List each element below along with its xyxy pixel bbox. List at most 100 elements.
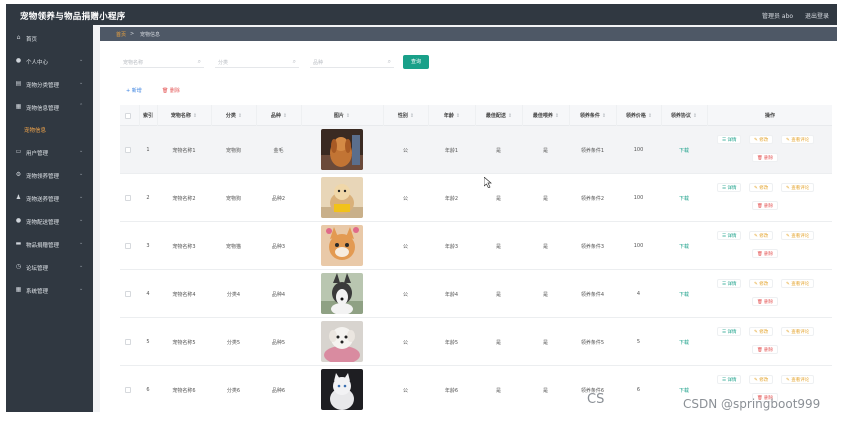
agreement-download-link[interactable]: 下载 <box>661 243 707 250</box>
cell-age: 年龄2 <box>444 196 459 202</box>
col-breed[interactable]: 品种 ⇕ <box>257 112 301 119</box>
add-button[interactable]: + 新增 <box>126 87 142 94</box>
table-row[interactable]: 1 宠物名称1 宠物狗 金毛 公 年龄1 是 是 领养条件1 100 下载 ☰ … <box>120 126 832 174</box>
agreement-download-link[interactable]: 下载 <box>661 291 707 298</box>
sidebar-item-users[interactable]: ▭ 用户管理 ⌄ <box>6 145 93 159</box>
search-placeholder: 宠物名称 <box>123 60 144 66</box>
pet-info-icon: ▦ <box>15 103 22 110</box>
col-gender[interactable]: 性别 ⇕ <box>384 112 428 119</box>
cell-best-feeding: 是 <box>542 388 548 394</box>
view-comments-button[interactable]: ✎ 查看评论 <box>781 279 815 288</box>
delete-button[interactable]: 🗑 删除 <box>752 297 779 306</box>
table-row[interactable]: 2 宠物名称2 宠物狗 品种2 公 年龄2 是 是 领养条件2 100 下载 ☰… <box>120 174 832 222</box>
give-icon: ♟ <box>15 194 22 201</box>
delete-button[interactable]: 🗑 删除 <box>752 345 779 354</box>
sidebar-item-category[interactable]: ▤ 宠物分类管理 ⌄ <box>6 77 93 91</box>
delete-button[interactable]: 🗑 删除 <box>752 201 779 210</box>
edit-button[interactable]: ✎ 修改 <box>749 183 774 192</box>
row-checkbox[interactable] <box>125 243 131 249</box>
col-category[interactable]: 分类 ⇕ <box>212 112 256 119</box>
cell-gender: 公 <box>402 340 408 346</box>
logout-link[interactable]: 退出登录 <box>805 13 829 20</box>
sidebar-item-pet-info-manage[interactable]: ▦ 宠物信息管理 ⌃ <box>6 100 93 114</box>
table-row[interactable]: 3 宠物名称3 宠物猫 品种3 公 年龄3 是 是 领养条件3 100 下载 ☰… <box>120 222 832 270</box>
sidebar-item-delivery[interactable]: ● 宠物配送管理 ⌄ <box>6 214 93 228</box>
col-agreement[interactable]: 领养协议 ⇕ <box>662 112 706 119</box>
col-best-feeding[interactable]: 最佳喂养 ⇕ <box>523 112 569 119</box>
detail-button[interactable]: ☰ 详情 <box>717 279 742 288</box>
view-comments-button[interactable]: ✎ 查看评论 <box>781 231 815 240</box>
app-window: 宠物领养与物品捐赠小程序 管理员 abo 退出登录 ⌂ 首页 ● 个人中心 ⌄ … <box>6 4 837 412</box>
sidebar-item-personal[interactable]: ● 个人中心 ⌄ <box>6 54 93 68</box>
row-checkbox[interactable] <box>125 291 131 297</box>
view-comments-button[interactable]: ✎ 查看评论 <box>781 327 815 336</box>
cell-age: 年龄1 <box>444 148 459 154</box>
cell-breed: 品种3 <box>271 244 286 250</box>
cell-price: 5 <box>636 339 641 345</box>
pet-image <box>321 273 363 314</box>
table-row[interactable]: 4 宠物名称4 分类4 品种4 公 年龄4 是 是 领养条件4 4 下载 ☰ 详… <box>120 270 832 318</box>
detail-button[interactable]: ☰ 详情 <box>717 231 742 240</box>
edit-button[interactable]: ✎ 修改 <box>749 135 774 144</box>
row-checkbox[interactable] <box>125 147 131 153</box>
sidebar-item-label: 用户管理 <box>26 151 49 157</box>
view-comments-button[interactable]: ✎ 查看评论 <box>781 375 815 384</box>
delivery-icon: ● <box>15 217 22 224</box>
col-best-delivery[interactable]: 最佳配送 ⇕ <box>476 112 522 119</box>
row-checkbox[interactable] <box>125 195 131 201</box>
col-condition[interactable]: 领养条件 ⇕ <box>570 112 616 119</box>
view-comments-button[interactable]: ✎ 查看评论 <box>781 135 815 144</box>
sidebar-item-forum[interactable]: ◷ 论坛管理 ⌄ <box>6 260 93 274</box>
col-price[interactable]: 领养价格 ⇕ <box>617 112 661 119</box>
home-icon: ⌂ <box>16 34 21 41</box>
edit-button[interactable]: ✎ 修改 <box>749 279 774 288</box>
sidebar-item-adopt[interactable]: ⚙ 宠物领养管理 ⌄ <box>6 168 93 182</box>
row-checkbox[interactable] <box>125 387 131 393</box>
edit-button[interactable]: ✎ 修改 <box>749 375 774 384</box>
search-icon: ⌕ <box>292 58 296 65</box>
delete-button[interactable]: 🗑 删除 <box>752 249 779 258</box>
detail-button[interactable]: ☰ 详情 <box>717 183 742 192</box>
pet-name-search-input[interactable]: 宠物名称 ⌕ <box>120 56 204 68</box>
sidebar-item-label: 系统管理 <box>26 289 49 295</box>
agreement-download-link[interactable]: 下载 <box>661 387 707 394</box>
col-name[interactable]: 宠物名称 ⇕ <box>158 112 210 119</box>
sidebar-item-give[interactable]: ♟ 宠物送养管理 ⌄ <box>6 191 93 205</box>
cell-best-feeding: 是 <box>542 196 548 202</box>
detail-button[interactable]: ☰ 详情 <box>717 327 742 336</box>
detail-button[interactable]: ☰ 详情 <box>717 375 742 384</box>
agreement-download-link[interactable]: 下载 <box>661 195 707 202</box>
sidebar-item-label: 物品捐赠管理 <box>26 243 60 249</box>
view-comments-button[interactable]: ✎ 查看评论 <box>781 183 815 192</box>
col-image[interactable]: 图片 ⇕ <box>302 112 382 119</box>
edit-button[interactable]: ✎ 修改 <box>749 231 774 240</box>
chevron-down-icon: ⌄ <box>79 57 84 63</box>
sidebar-item-label: 论坛管理 <box>26 266 49 272</box>
sidebar-subitem-pet-info[interactable]: 宠物信息 <box>6 122 93 136</box>
breadcrumb-home[interactable]: 首页 <box>116 31 126 38</box>
col-age[interactable]: 年龄 ⇕ <box>429 112 475 119</box>
query-button[interactable]: 查询 <box>403 55 429 69</box>
sidebar-item-home[interactable]: ⌂ 首页 <box>6 31 93 45</box>
cell-category: 分类6 <box>226 388 241 394</box>
sidebar-item-donate[interactable]: ▬ 物品捐赠管理 ⌄ <box>6 237 93 251</box>
cell-best-delivery: 是 <box>495 148 501 154</box>
detail-button[interactable]: ☰ 详情 <box>717 135 742 144</box>
agreement-download-link[interactable]: 下载 <box>661 147 707 154</box>
table-row[interactable]: 5 宠物名称5 分类5 品种5 公 年龄5 是 是 领养条件5 5 下载 ☰ 详… <box>120 318 832 366</box>
delete-button[interactable]: 🗑 删除 <box>752 153 779 162</box>
batch-delete-button[interactable]: 🗑 删除 <box>162 87 180 94</box>
category-icon: ▤ <box>15 80 22 87</box>
cell-breed: 品种4 <box>271 292 286 298</box>
agreement-download-link[interactable]: 下载 <box>661 339 707 346</box>
cell-index: 1 <box>146 147 150 153</box>
select-all-checkbox[interactable] <box>125 113 131 119</box>
chevron-down-icon: ⌄ <box>79 148 84 154</box>
table-header: 索引 宠物名称 ⇕ 分类 ⇕ 品种 ⇕ 图片 ⇕ 性别 ⇕ 年龄 ⇕ 最佳配送 ⇕ 最佳喂养 ⇕… <box>120 105 832 126</box>
row-checkbox[interactable] <box>125 339 131 345</box>
edit-button[interactable]: ✎ 修改 <box>749 327 774 336</box>
category-search-input[interactable]: 分类 ⌕ <box>215 56 299 68</box>
chevron-down-icon: ⌄ <box>79 286 84 292</box>
breed-search-input[interactable]: 品种 ⌕ <box>310 56 394 68</box>
sidebar-item-system[interactable]: ▦ 系统管理 ⌄ <box>6 283 93 297</box>
